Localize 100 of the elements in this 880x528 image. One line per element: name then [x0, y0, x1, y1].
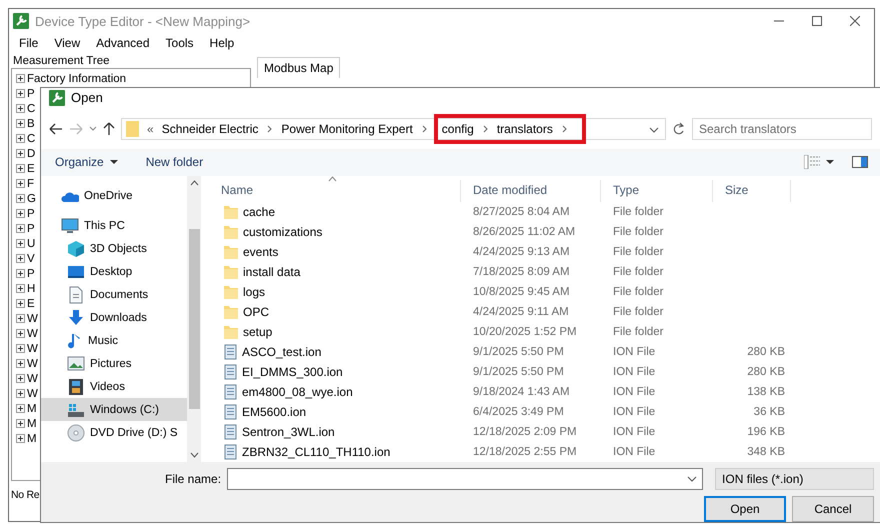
refresh-icon[interactable]	[672, 122, 686, 136]
expand-icon[interactable]	[16, 179, 25, 188]
nav-item[interactable]: Videos	[41, 375, 187, 398]
dropdown-icon[interactable]	[687, 476, 698, 482]
tree-item[interactable]: E	[27, 162, 35, 174]
preview-pane-icon[interactable]	[852, 156, 868, 168]
expand-icon[interactable]	[16, 389, 25, 398]
scroll-thumb[interactable]	[188, 229, 200, 410]
breadcrumb[interactable]: Schneider Electric	[162, 122, 258, 136]
file-name[interactable]: cache	[243, 205, 276, 220]
tree-item[interactable]: P	[27, 88, 35, 100]
column-header[interactable]: Date modified	[461, 180, 601, 202]
tree-item[interactable]: W	[27, 342, 38, 354]
file-name[interactable]: events	[243, 245, 278, 260]
expand-icon[interactable]	[16, 284, 25, 293]
nav-item[interactable]: OneDrive	[41, 184, 187, 208]
expand-icon[interactable]	[16, 329, 25, 338]
overflow-chevron[interactable]: «	[139, 122, 162, 136]
tab[interactable]: Modbus Map	[257, 57, 340, 78]
expand-icon[interactable]	[16, 434, 25, 443]
nav-item[interactable]: Windows (C:)	[41, 398, 187, 422]
tree-item[interactable]: P	[27, 222, 35, 234]
maximize-icon[interactable]	[812, 16, 822, 26]
file-name[interactable]: em4800_08_wye.ion	[242, 385, 353, 400]
tree-item[interactable]: W	[27, 328, 38, 340]
up-arrow-icon[interactable]	[103, 122, 115, 136]
expand-icon[interactable]	[16, 134, 25, 143]
tree-item[interactable]: W	[27, 372, 38, 384]
nav-item[interactable]: Downloads	[41, 306, 187, 330]
menu-item[interactable]: View	[46, 36, 88, 50]
view-options-icon[interactable]	[804, 155, 834, 170]
column-header[interactable]: Name	[209, 180, 461, 202]
expand-icon[interactable]	[16, 359, 25, 368]
expand-icon[interactable]	[16, 194, 25, 203]
file-name[interactable]: Sentron_3WL.ion	[242, 425, 335, 440]
organize-button[interactable]: Organize	[53, 153, 120, 172]
dialog-button[interactable]: Open	[704, 496, 786, 522]
expand-icon[interactable]	[16, 74, 25, 83]
file-name-field[interactable]	[227, 468, 704, 490]
expand-icon[interactable]	[16, 119, 25, 128]
nav-item[interactable]: This PC	[41, 214, 187, 238]
tree-item[interactable]: W	[27, 358, 38, 370]
dropdown-icon[interactable]	[649, 127, 659, 134]
expand-icon[interactable]	[16, 209, 25, 218]
back-arrow-icon[interactable]	[49, 123, 63, 136]
menu-item[interactable]: Help	[202, 36, 242, 50]
nav-item[interactable]: Pictures	[41, 352, 187, 376]
tree-item[interactable]: V	[27, 252, 35, 264]
breadcrumb[interactable]: translators	[496, 122, 553, 136]
file-name[interactable]: ZBRN32_CL110_TH110.ion	[242, 445, 390, 460]
tree-item[interactable]: F	[27, 178, 34, 190]
nav-item[interactable]: DVD Drive (D:) S	[41, 421, 187, 444]
column-header[interactable]: Size	[713, 180, 791, 202]
tree-item[interactable]: B	[27, 118, 35, 130]
file-name[interactable]: logs	[243, 285, 266, 300]
tree-item[interactable]: P	[27, 268, 35, 280]
scroll-up-icon[interactable]	[190, 180, 198, 186]
expand-icon[interactable]	[16, 269, 25, 278]
expand-icon[interactable]	[16, 224, 25, 233]
tree-item[interactable]: G	[27, 192, 36, 204]
file-name[interactable]: EI_DMMS_300.ion	[242, 365, 343, 380]
expand-icon[interactable]	[16, 404, 25, 413]
file-type-dropdown[interactable]: ION files (*.ion)	[715, 468, 874, 490]
nav-item[interactable]: Music	[41, 329, 187, 352]
file-name[interactable]: OPC	[243, 305, 270, 320]
new-folder-button[interactable]: New folder	[144, 153, 206, 172]
menu-item[interactable]: File	[11, 36, 46, 50]
tree-item[interactable]: M	[27, 418, 37, 430]
tree-item[interactable]: P	[27, 208, 35, 220]
tree-item[interactable]: U	[27, 238, 36, 250]
breadcrumb[interactable]: Power Monitoring Expert	[281, 122, 413, 136]
tree-item[interactable]: C	[27, 102, 36, 114]
tree-item[interactable]: D	[27, 148, 36, 160]
expand-icon[interactable]	[16, 314, 25, 323]
nav-item[interactable]: 3D Objects	[41, 237, 187, 260]
expand-icon[interactable]	[16, 254, 25, 263]
nav-item[interactable]: Desktop	[41, 260, 187, 284]
menu-item[interactable]: Advanced	[88, 36, 158, 50]
tree-item[interactable]: W	[27, 388, 38, 400]
tree-item[interactable]: M	[27, 432, 37, 444]
nav-item[interactable]: Documents	[41, 283, 187, 306]
tree-item[interactable]: C	[27, 132, 36, 144]
tree-item[interactable]: W	[27, 312, 38, 324]
file-name[interactable]: setup	[243, 325, 272, 340]
expand-icon[interactable]	[16, 299, 25, 308]
chevron-down-icon[interactable]	[89, 126, 97, 132]
file-name[interactable]: ASCO_test.ion	[242, 345, 322, 360]
expand-icon[interactable]	[16, 419, 25, 428]
expand-icon[interactable]	[16, 239, 25, 248]
expand-icon[interactable]	[16, 149, 25, 158]
scrollbar[interactable]	[187, 176, 201, 462]
expand-icon[interactable]	[16, 89, 25, 98]
file-name[interactable]: install data	[243, 265, 300, 280]
search-field[interactable]: Search translators	[692, 118, 872, 140]
file-name[interactable]: customizations	[243, 225, 322, 240]
tree-item[interactable]: M	[27, 402, 37, 414]
tree-item[interactable]: E	[27, 298, 35, 310]
menu-item[interactable]: Tools	[158, 36, 202, 50]
expand-icon[interactable]	[16, 344, 25, 353]
column-header[interactable]: Type	[601, 180, 713, 202]
